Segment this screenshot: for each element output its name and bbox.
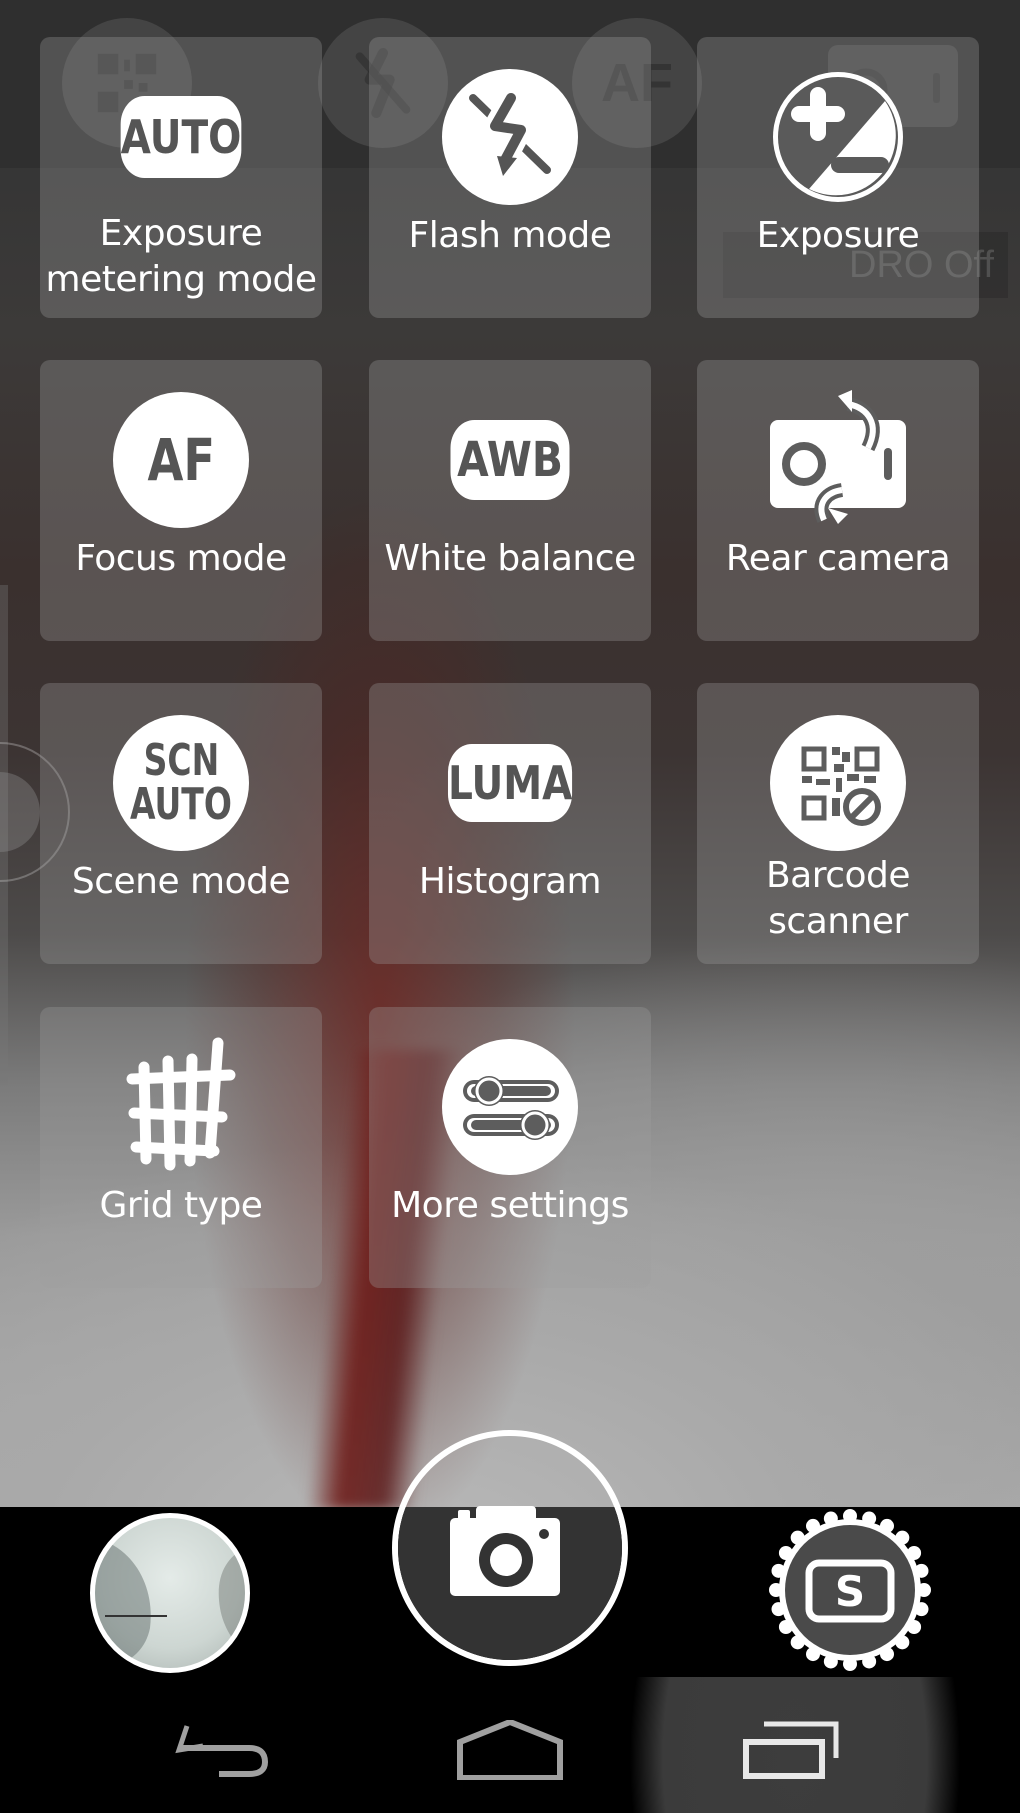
back-icon bbox=[175, 1725, 269, 1777]
home-button[interactable] bbox=[450, 1700, 570, 1800]
popup-item-barcode-scanner[interactable]: Barcode scanner bbox=[697, 683, 979, 964]
grid-icon bbox=[111, 1037, 251, 1177]
popup-item-scene-mode[interactable]: SCN AUTO Scene mode bbox=[40, 683, 322, 964]
popup-item-rear-camera[interactable]: Rear camera bbox=[697, 360, 979, 641]
gallery-thumbnail-button[interactable] bbox=[90, 1513, 250, 1673]
auto-metering-icon-text: AUTO bbox=[120, 96, 242, 178]
autofocus-icon: AF bbox=[111, 390, 251, 530]
scene-mode-button[interactable]: S bbox=[767, 1507, 933, 1673]
zoom-slider-handle-inner bbox=[0, 772, 40, 852]
flash-off-icon bbox=[440, 67, 580, 207]
auto-metering-icon: AUTO bbox=[111, 67, 251, 207]
popup-item-label: Grid type bbox=[99, 1185, 263, 1226]
popup-item-flash-mode[interactable]: Flash mode bbox=[369, 37, 651, 318]
luma-icon-text: LUMA bbox=[447, 744, 573, 822]
popup-item-label: Histogram bbox=[418, 861, 602, 902]
popup-item-histogram[interactable]: LUMA Histogram bbox=[369, 683, 651, 964]
luma-histogram-icon: LUMA bbox=[440, 713, 580, 853]
switch-camera-icon bbox=[768, 390, 908, 530]
barcode-disabled-icon bbox=[768, 713, 908, 853]
popup-item-label: Scene mode bbox=[71, 861, 291, 902]
autofocus-icon-text: AF bbox=[147, 426, 215, 494]
popup-item-label: Exposure metering mode bbox=[45, 213, 318, 300]
popup-item-white-balance[interactable]: AWB White balance bbox=[369, 360, 651, 641]
scene-auto-icon: SCN AUTO bbox=[111, 713, 251, 853]
popup-item-exposure-metering-mode[interactable]: AUTO Exposure metering mode bbox=[40, 37, 322, 318]
popup-item-label: More settings bbox=[391, 1185, 629, 1226]
popup-item-label: White balance bbox=[384, 538, 636, 579]
camera-icon bbox=[450, 1506, 560, 1596]
shutter-button[interactable] bbox=[392, 1430, 628, 1666]
popup-item-more-settings[interactable]: More settings bbox=[369, 1007, 651, 1288]
exposure-compensation-icon bbox=[768, 67, 908, 207]
popup-item-focus-mode[interactable]: AF Focus mode bbox=[40, 360, 322, 641]
auto-white-balance-icon: AWB bbox=[440, 390, 580, 530]
recents-button[interactable] bbox=[735, 1700, 855, 1800]
scene-icon-text-line1: SCN bbox=[143, 735, 219, 786]
popup-item-label: Rear camera bbox=[725, 538, 951, 579]
popup-item-label: Barcode scanner bbox=[765, 855, 911, 942]
popup-item-label: Focus mode bbox=[75, 538, 287, 579]
back-button[interactable] bbox=[165, 1700, 285, 1800]
scene-mode-icon-text: S bbox=[835, 1567, 865, 1616]
popup-item-label: Flash mode bbox=[408, 215, 612, 256]
awb-icon-text: AWB bbox=[450, 420, 570, 500]
gallery-thumbnail-image bbox=[95, 1538, 245, 1668]
sliders-icon bbox=[440, 1037, 580, 1177]
scene-icon-text-line2: AUTO bbox=[130, 779, 232, 830]
popup-item-grid-type[interactable]: Grid type bbox=[40, 1007, 322, 1288]
recents-icon bbox=[743, 1721, 839, 1779]
home-icon bbox=[457, 1720, 563, 1780]
popup-item-label: Exposure bbox=[756, 215, 920, 256]
popup-item-exposure[interactable]: Exposure bbox=[697, 37, 979, 318]
